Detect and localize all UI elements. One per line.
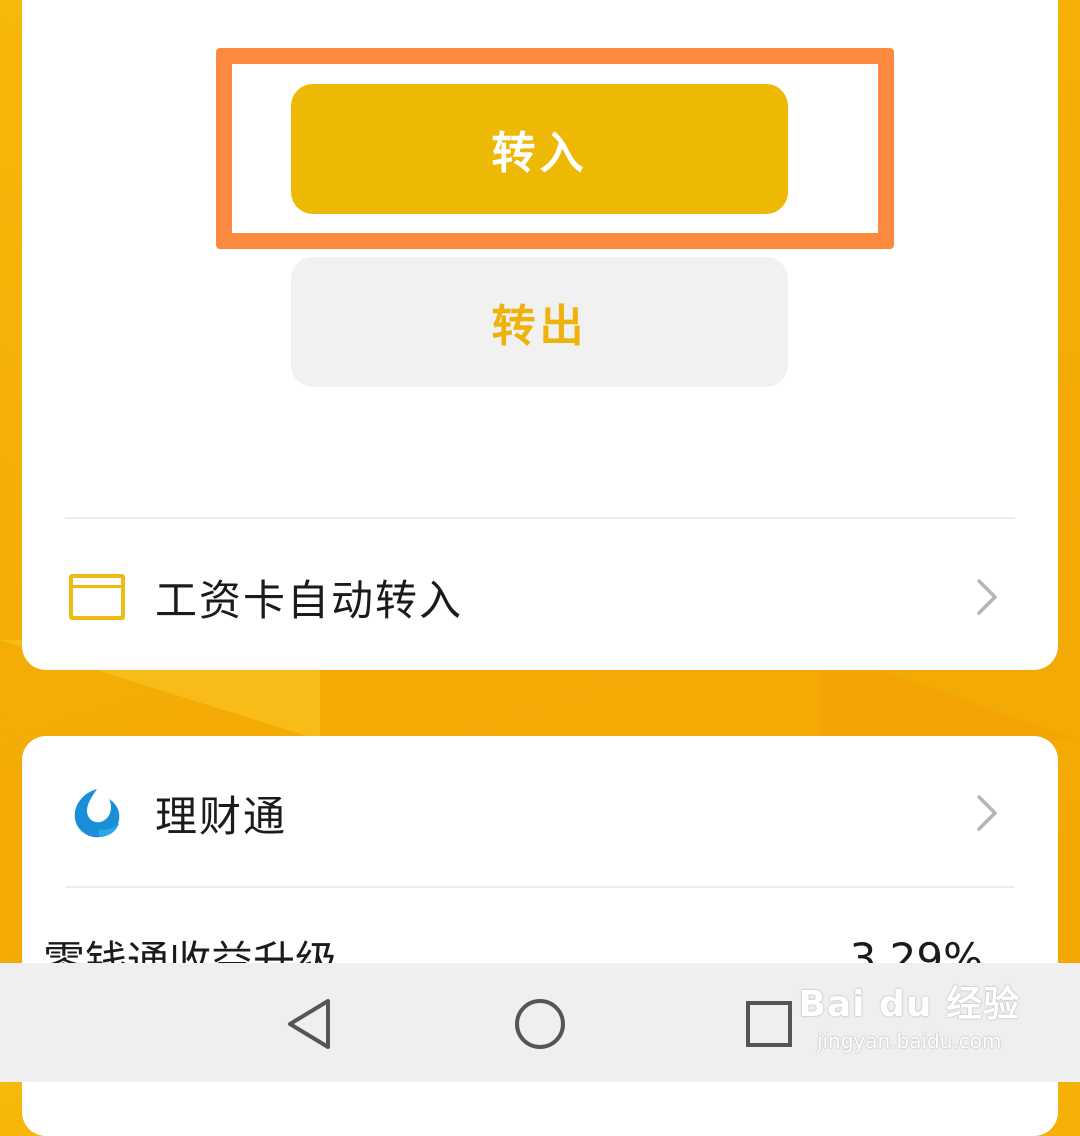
licaitong-label: 理财通	[155, 791, 288, 841]
transfer-out-button[interactable]: 转出	[291, 257, 788, 387]
chevron-right-icon	[969, 577, 1005, 617]
back-triangle-icon[interactable]	[274, 989, 344, 1059]
recents-square-icon[interactable]	[734, 989, 804, 1059]
licaitong-row[interactable]: 理财通	[65, 763, 1015, 863]
divider	[65, 886, 1015, 888]
salary-card-label: 工资卡自动转入	[155, 575, 464, 625]
watermark-url: jingyan.baidu.com	[816, 1029, 1002, 1053]
bank-card-icon	[69, 574, 125, 620]
chevron-right-icon	[969, 793, 1005, 833]
watermark-logo: Bai du 经验	[798, 984, 1020, 1025]
transfer-card: 转入 转出 工资卡自动转入	[22, 0, 1058, 670]
baidu-jingyan-watermark: Bai du 经验 jingyan.baidu.com	[798, 975, 1020, 1053]
transfer-in-button[interactable]: 转入	[291, 84, 788, 214]
divider	[65, 517, 1015, 519]
licaitong-logo-icon	[69, 785, 125, 841]
home-circle-icon[interactable]	[505, 989, 575, 1059]
salary-card-auto-transfer-row[interactable]: 工资卡自动转入	[65, 547, 1015, 647]
